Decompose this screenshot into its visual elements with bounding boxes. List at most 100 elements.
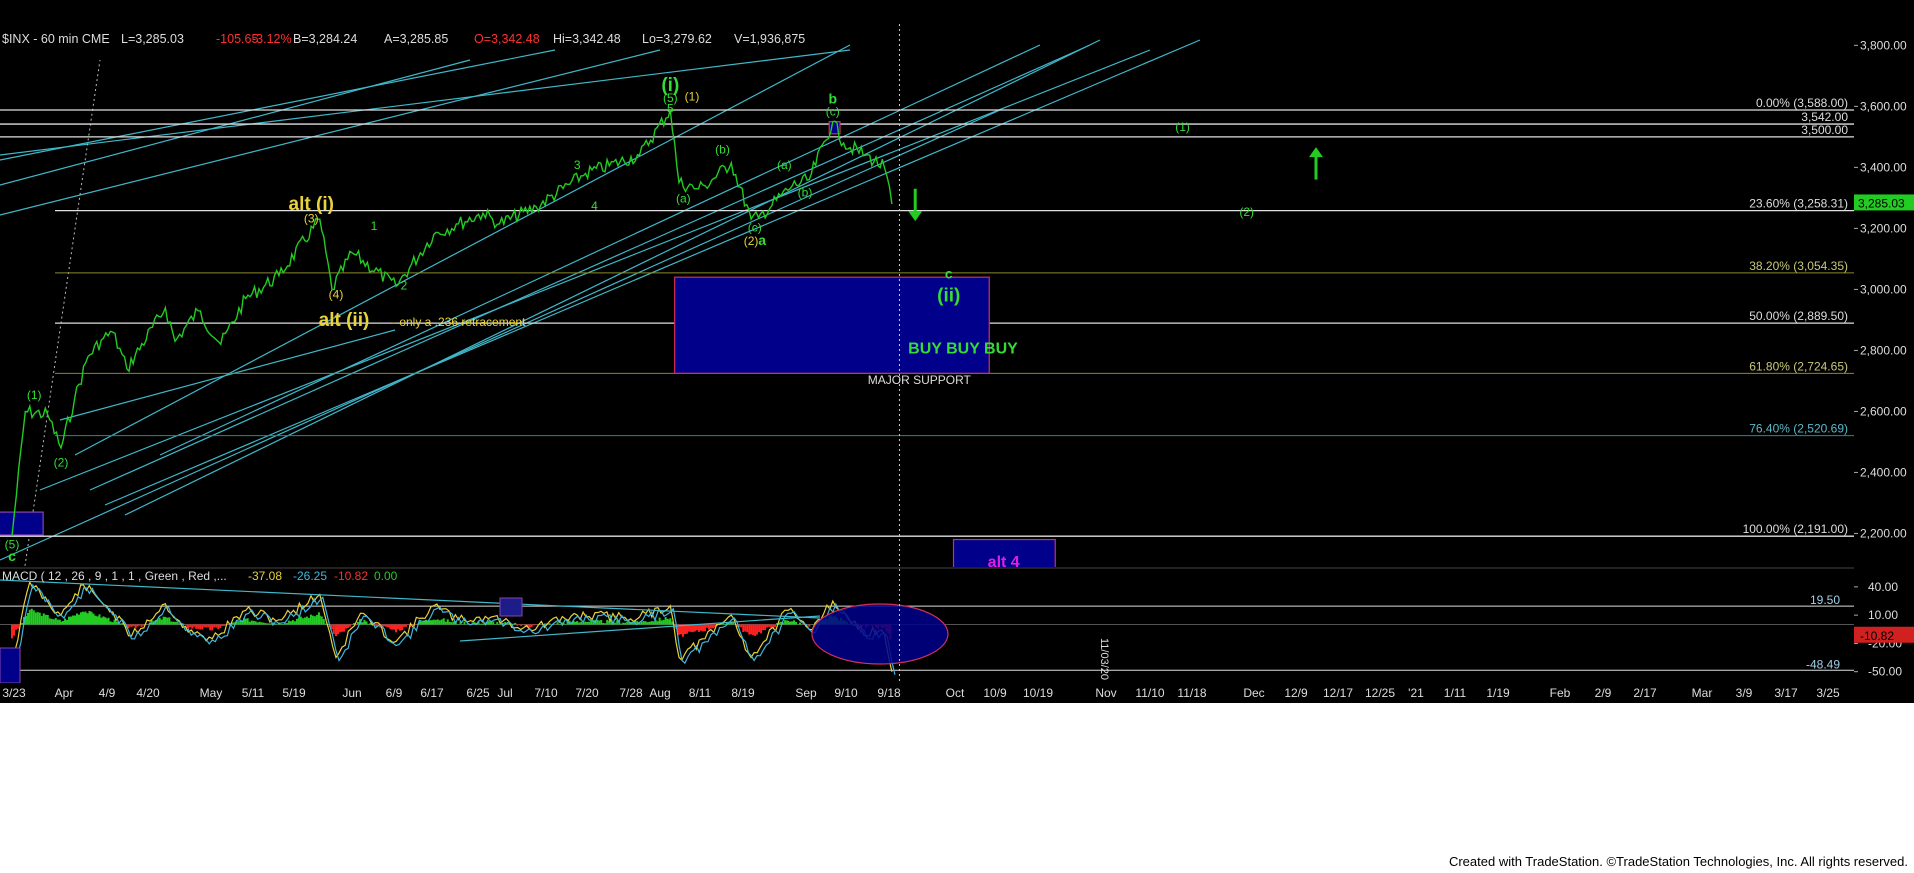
date-axis-label: 7/20 [575,686,599,700]
macd-level-label: -48.49 [1806,657,1840,671]
date-axis-label: Sep [795,686,817,700]
date-axis-label: Oct [946,686,965,700]
date-axis-label: Mar [1692,686,1713,700]
wave-label: (b) [715,143,730,157]
wave-label: (2) [1239,205,1254,219]
date-axis-label: 1/19 [1486,686,1510,700]
header-open: O=3,342.48 [474,32,540,46]
wave-label: BUY BUY BUY [908,340,1018,357]
macd-value: -37.08 [248,569,282,583]
wave-label: c [945,266,953,282]
date-axis-label: '21 [1408,686,1424,700]
date-axis-label: 6/25 [466,686,490,700]
macd-divergence-ellipse [811,603,949,665]
header-ask: A=3,285.85 [384,32,448,46]
macd-value: -10.82 [334,569,368,583]
wave-label: (ii) [937,286,960,307]
wave-label: (2) [54,455,69,469]
wave-label: a [758,232,766,248]
macd-tick-label: 10.00 [1868,608,1898,622]
wave-label: (1) [685,89,700,103]
date-axis-label: Feb [1550,686,1571,700]
fib-level-label: 3,500.00 [1801,123,1848,137]
fib-level-label: 38.20% (3,054.35) [1749,259,1848,273]
date-axis-label: 9/10 [834,686,858,700]
fib-level-label: 50.00% (2,889.50) [1749,309,1848,323]
chart-window: $INX - 60 min CME L=3,285.03 -105.65 -3.12%… [0,0,1914,873]
wave-label: (1) [27,388,42,402]
header-low: Lo=3,279.62 [642,32,712,46]
chart-svg: $INX - 60 min CME L=3,285.03 -105.65-3.12%… [0,0,1914,703]
date-axis-label: Apr [55,686,74,700]
price-tick-label: 2,200.00 [1860,526,1907,540]
price-tick-label: 3,800.00 [1860,38,1907,52]
date-axis-label: Jul [497,686,512,700]
fib-level-label: 61.80% (2,724.65) [1749,359,1848,373]
date-axis-label: Nov [1095,686,1116,700]
price-tick-label: 3,000.00 [1860,282,1907,296]
date-axis-label: 10/9 [983,686,1007,700]
wave-label: alt (ii) [319,310,370,331]
macd-tick-label: 40.00 [1868,580,1898,594]
macd-level-label: 19.50 [1810,593,1840,607]
date-axis-label: 6/17 [420,686,444,700]
date-axis-label: 6/9 [386,686,403,700]
wave-label: 1 [371,219,378,233]
wave-label: 5 [667,101,674,115]
wave-label: 2 [401,278,408,292]
wave-label: (b) [798,185,813,199]
date-axis-label: 7/28 [619,686,643,700]
price-tick-label: 2,400.00 [1860,465,1907,479]
date-axis-label: 5/11 [242,686,265,700]
macd-date-stamp: 11/03/20 [1098,638,1110,680]
wave-label: c [8,548,16,564]
price-tick-label: 3,200.00 [1860,221,1907,235]
date-axis-label: Dec [1243,686,1264,700]
date-axis-label: 4/9 [99,686,116,700]
date-axis-label: 11/10 [1135,686,1164,700]
date-axis-label: 8/19 [731,686,755,700]
wave-label: MAJOR SUPPORT [868,373,972,387]
date-axis-label: 2/9 [1595,686,1612,700]
wave-label: (4) [329,288,344,302]
date-axis-label: 7/10 [534,686,558,700]
date-axis-label: 11/18 [1177,686,1206,700]
header-high: Hi=3,342.48 [553,32,621,46]
macd-box [0,647,21,683]
header-last: L=3,285.03 [121,32,184,46]
price-tick-label: 2,600.00 [1860,404,1907,418]
date-axis-label: 3/25 [1816,686,1840,700]
date-axis-label: 2/17 [1633,686,1657,700]
fib-level-label: 76.40% (2,520.69) [1749,422,1848,436]
date-axis-label: 3/17 [1774,686,1798,700]
macd-value: 0.00 [374,569,398,583]
header-background [0,0,1914,24]
date-axis-label: 12/17 [1323,686,1353,700]
date-axis-label: 8/11 [689,686,712,700]
price-tick-label: 3,400.00 [1860,160,1907,174]
wave-label: (1) [1175,120,1190,134]
date-axis-label: 3/9 [1736,686,1753,700]
header-symbol: $INX - 60 min CME [2,32,110,46]
date-axis-label: 1/11 [1444,686,1467,700]
header-bid: B=3,284.24 [293,32,357,46]
last-price-label: 3,285.03 [1858,196,1905,210]
macd-tick-label: -50.00 [1868,665,1902,679]
date-axis-label: 9/18 [877,686,901,700]
date-axis-label: 12/9 [1284,686,1308,700]
wave-label: 3 [574,158,581,172]
macd-current-label: -10.82 [1860,629,1894,643]
date-axis-label: Aug [649,686,670,700]
macd-box [499,597,523,617]
header-volume: V=1,936,875 [734,32,805,46]
date-axis-label: Jun [342,686,361,700]
price-tick-label: 3,600.00 [1860,99,1907,113]
wave-label: (a) [777,158,792,172]
fib-level-label: 23.60% (3,258.31) [1749,197,1848,211]
macd-value: -26.25 [293,569,327,583]
wave-label: 4 [591,199,598,213]
wave-label: (a) [676,191,691,205]
macd-title: MACD ( 12 , 26 , 9 , 1 , 1 , Green , Red… [2,569,227,583]
support-box [0,511,44,536]
header-change-pct: -3.12% [252,32,292,46]
